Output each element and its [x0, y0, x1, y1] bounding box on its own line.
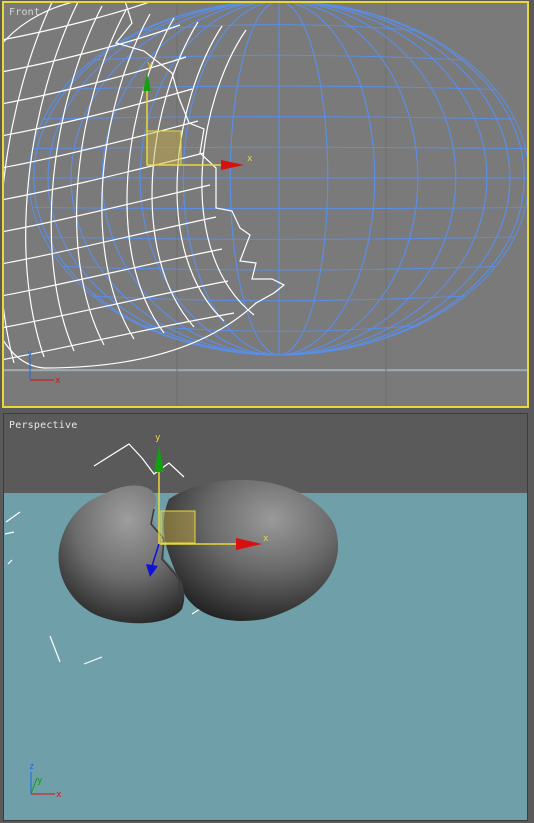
tripod-y-label: y: [37, 776, 43, 786]
gizmo-x-label: x: [263, 534, 269, 544]
front-viewport[interactable]: y x x y Front: [2, 1, 529, 408]
axis-tripod-perspective: x z y: [29, 762, 62, 800]
tripod-y-label: y: [27, 349, 33, 359]
tripod-x-label: x: [55, 376, 61, 386]
egg-right-half[interactable]: [163, 479, 339, 621]
viewport-label-perspective[interactable]: Perspective: [9, 420, 77, 431]
perspective-canvas: y x x z y: [4, 414, 527, 800]
gizmo-y-label: y: [147, 60, 153, 70]
gizmo-x-label: x: [247, 154, 253, 164]
egg-left-half[interactable]: [58, 485, 185, 624]
gizmo-plane-handle[interactable]: [146, 130, 182, 166]
blue-egg-wireframe[interactable]: [28, 3, 527, 356]
gizmo-plane-handle[interactable]: [160, 510, 196, 544]
front-wireframe-canvas: y x x y: [4, 3, 527, 406]
background-sky: [4, 414, 527, 493]
move-gizmo[interactable]: y x: [143, 60, 253, 170]
gizmo-x-arrow-icon[interactable]: [221, 160, 244, 170]
tripod-z-label: z: [29, 762, 34, 772]
tripod-x-label: x: [56, 790, 62, 800]
gizmo-y-label: y: [155, 433, 161, 443]
viewport-label-front[interactable]: Front: [9, 7, 40, 18]
perspective-viewport[interactable]: y x x z y Perspective: [3, 413, 528, 821]
gizmo-y-arrow-icon[interactable]: [143, 73, 151, 91]
